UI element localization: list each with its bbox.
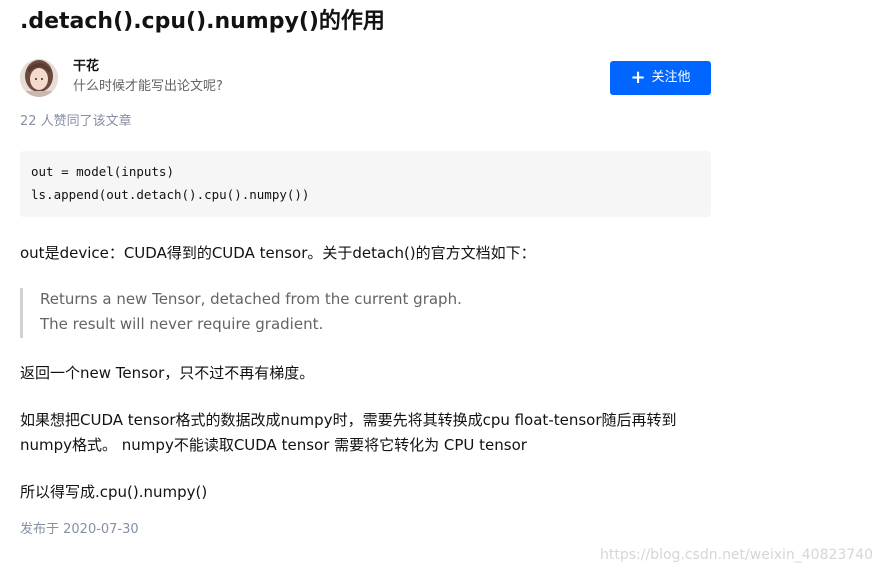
plus-icon: + — [630, 67, 646, 88]
watermark: https://blog.csdn.net/weixin_40823740 — [600, 547, 874, 563]
follow-button[interactable]: + 关注他 — [610, 61, 711, 95]
page: .detach().cpu().numpy()的作用 干花 什么时候才能写出论文… — [0, 0, 882, 574]
paragraph: out是device：CUDA得到的CUDA tensor。关于detach()… — [20, 244, 536, 262]
code-line: ls.append(out.detach().cpu().numpy()) — [31, 187, 310, 202]
publish-date: 发布于 2020-07-30 — [20, 522, 139, 537]
paragraph: 返回一个new Tensor，只不过不再有梯度。 — [20, 364, 315, 382]
likes-count: 22 人赞同了该文章 — [20, 114, 132, 129]
paragraph: 如果想把CUDA tensor格式的数据改成numpy时，需要先将其转换成cpu… — [20, 411, 677, 454]
quote-line: Returns a new Tensor, detached from the … — [40, 290, 462, 308]
article-title: .detach().cpu().numpy()的作用 — [20, 9, 385, 34]
follow-button-label: 关注他 — [651, 70, 691, 85]
code-line: out = model(inputs) — [31, 164, 174, 179]
paragraph: 所以得写成.cpu().numpy() — [20, 483, 208, 501]
blockquote: Returns a new Tensor, detached from the … — [20, 288, 714, 338]
avatar[interactable] — [20, 59, 58, 97]
author-info: 干花 什么时候才能写出论文呢? + 关注他 — [20, 59, 711, 99]
author-name[interactable]: 干花 — [73, 59, 99, 75]
author-bio: 什么时候才能写出论文呢? — [73, 79, 223, 94]
avatar-image — [20, 59, 58, 97]
code-block: out = model(inputs) ls.append(out.detach… — [20, 151, 711, 217]
quote-line: The result will never require gradient. — [40, 315, 324, 333]
